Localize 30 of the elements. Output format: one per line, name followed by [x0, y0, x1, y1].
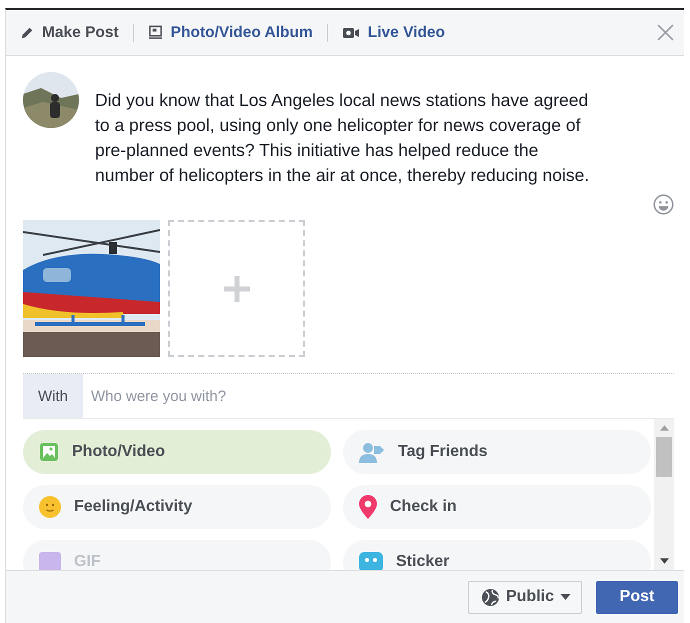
pencil-icon — [20, 26, 34, 40]
audience-dropdown[interactable]: Public — [468, 580, 582, 614]
option-pill[interactable]: Sticker — [343, 540, 651, 570]
post-button[interactable]: Post — [596, 580, 678, 614]
option-pill[interactable]: Feeling/Activity — [23, 485, 331, 529]
caret-icon — [560, 594, 571, 600]
tab[interactable]: Make Post — [18, 20, 121, 46]
album-icon — [148, 25, 163, 40]
video-camera-icon — [342, 26, 360, 40]
add-photo-button[interactable] — [168, 220, 305, 357]
gif-icon — [39, 552, 61, 570]
option-pill[interactable]: Tag Friends — [343, 430, 651, 474]
tab[interactable]: Live Video — [340, 20, 448, 46]
smiley-icon — [39, 496, 61, 518]
scrollbar[interactable] — [654, 419, 674, 570]
close-icon[interactable] — [657, 24, 674, 41]
post-text[interactable]: Did you know that Los Angeles local news stations have agreed to a press pool, using only one helicopter for news coverage of pre-planned events? This initiative has helped reduce the number of helicopters in the air at once, thereby reducing noise. — [95, 88, 595, 188]
scroll-up-arrow-icon[interactable] — [660, 425, 668, 431]
with-label: With — [23, 374, 83, 418]
scrollbar-thumb[interactable] — [656, 437, 672, 477]
image-icon — [39, 442, 59, 462]
globe-icon — [480, 588, 500, 606]
person-tag-icon — [359, 441, 385, 463]
option-pill[interactable]: Photo/Video — [23, 430, 331, 474]
map-pin-icon — [359, 495, 377, 519]
tab[interactable]: Photo/Video Album — [146, 20, 315, 46]
scroll-down-arrow-icon[interactable] — [660, 558, 668, 564]
smiley-icon[interactable] — [653, 194, 674, 215]
plus-icon — [222, 274, 252, 304]
option-pill[interactable]: Check in — [343, 485, 651, 529]
